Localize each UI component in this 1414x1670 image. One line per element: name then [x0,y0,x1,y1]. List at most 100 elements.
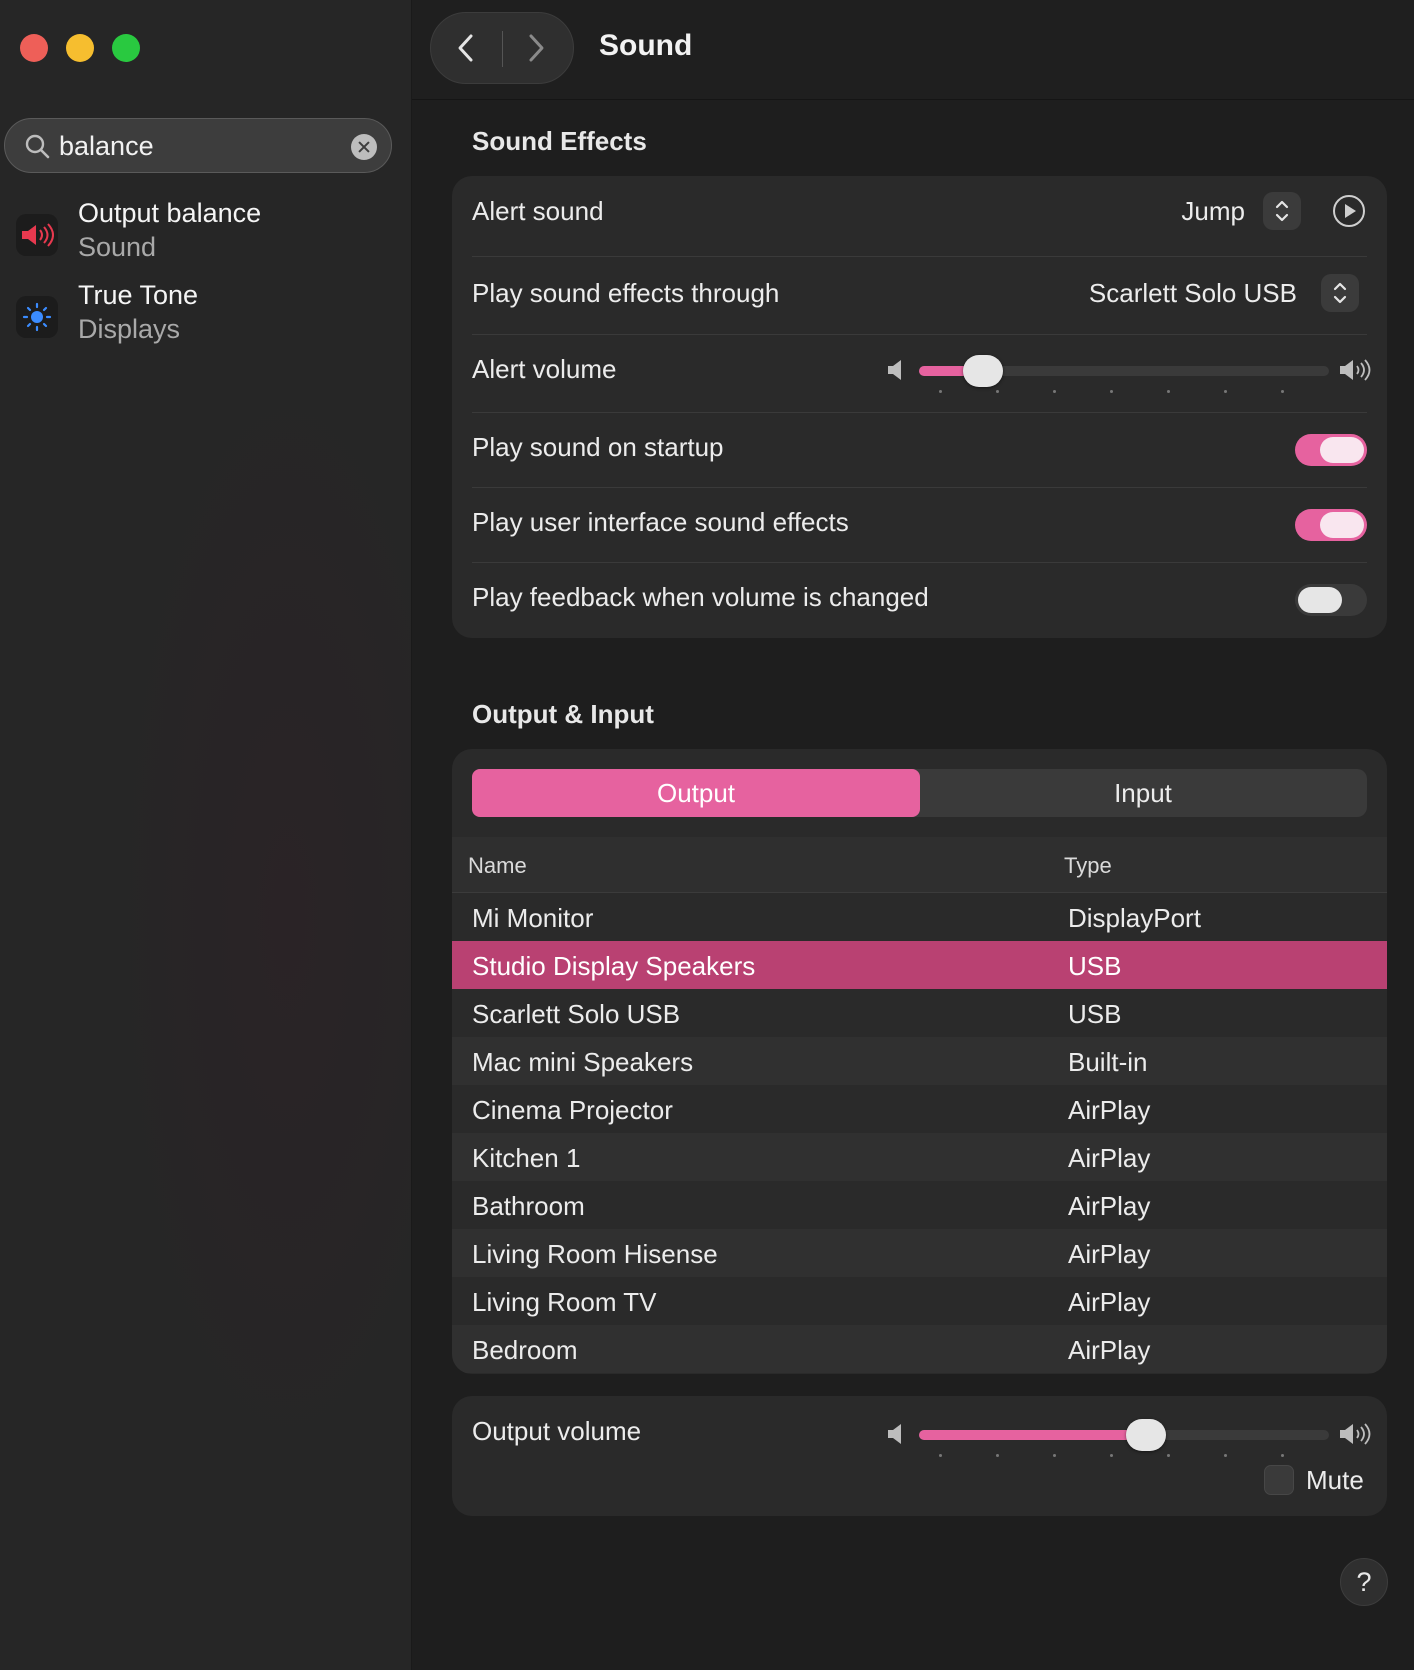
column-header-type[interactable]: Type [1064,853,1112,879]
play-through-row: Play sound effects through Scarlett Solo… [472,256,1367,334]
device-type: AirPlay [1068,1335,1151,1365]
play-through-popup-button[interactable] [1321,274,1359,312]
startup-sound-toggle[interactable] [1295,434,1367,466]
device-type: DisplayPort [1068,903,1201,933]
device-type: Built-in [1068,1047,1148,1077]
device-row[interactable]: Cinema Projector AirPlay [452,1085,1387,1133]
help-button[interactable]: ? [1340,1558,1388,1606]
chevron-up-down-icon [1333,282,1347,304]
device-row[interactable]: Living Room TV AirPlay [452,1277,1387,1325]
column-header-name[interactable]: Name [468,853,527,879]
alert-volume-row: Alert volume [472,334,1371,412]
device-row[interactable]: Mi Monitor DisplayPort [452,893,1387,941]
alert-volume-slider[interactable] [919,355,1329,393]
result-title: True Tone [78,280,199,310]
device-row[interactable]: Scarlett Solo USB USB [452,989,1387,1037]
mute-label[interactable]: Mute [1306,1465,1364,1496]
search-input[interactable] [59,128,339,164]
device-name: Kitchen 1 [472,1143,581,1173]
slider-tick [995,1454,999,1457]
result-title: Output balance [78,198,262,228]
tab-input[interactable]: Input [919,769,1367,817]
device-row[interactable]: Bedroom AirPlay [452,1325,1387,1373]
slider-tick [1166,390,1170,393]
output-volume-fill [919,1430,1147,1440]
search-icon [25,134,50,159]
device-name: Bathroom [472,1191,585,1221]
slider-tick [1223,390,1227,393]
search-result-output-balance[interactable]: Output balance Sound [16,198,396,272]
alert-sound-popup-button[interactable] [1263,192,1301,230]
device-type: USB [1068,999,1122,1029]
device-type: AirPlay [1068,1095,1151,1125]
play-through-label: Play sound effects through [472,278,780,308]
alert-sound-label: Alert sound [472,196,604,226]
device-type: AirPlay [1068,1287,1151,1317]
sidebar: Output balance Sound True Tone Displays [0,0,412,1670]
output-volume-slider[interactable] [919,1419,1329,1457]
clear-search-icon[interactable] [351,134,377,160]
alert-volume-knob[interactable] [963,355,1004,387]
brightness-icon [16,296,58,338]
ui-sounds-row: Play user interface sound effects [472,487,1367,562]
device-type: AirPlay [1068,1191,1151,1221]
volume-low-icon [888,360,901,380]
output-volume-knob[interactable] [1126,1419,1167,1451]
slider-tick [1166,1454,1170,1457]
device-name: Living Room Hisense [472,1239,718,1269]
startup-sound-label: Play sound on startup [472,432,724,462]
device-row[interactable]: Living Room Hisense AirPlay [452,1229,1387,1277]
output-input-card: Output Input Name Type Mi Monitor Displa… [452,749,1387,1374]
search-result-true-tone[interactable]: True Tone Displays [16,280,396,354]
mute-checkbox[interactable] [1264,1465,1294,1495]
device-row[interactable]: Bathroom AirPlay [452,1181,1387,1229]
output-volume-label: Output volume [472,1416,642,1446]
search-field[interactable] [4,118,392,173]
device-name: Studio Display Speakers [472,951,756,981]
device-type: AirPlay [1068,1143,1151,1173]
slider-tick [1109,1454,1113,1457]
volume-feedback-row: Play feedback when volume is changed [472,562,1367,638]
slider-tick [1052,390,1056,393]
minimize-window-button[interactable] [66,34,94,62]
slider-tick [1280,390,1284,393]
volume-feedback-label: Play feedback when volume is changed [472,582,929,612]
volume-low-icon [888,1424,901,1444]
device-name: Cinema Projector [472,1095,673,1125]
device-row-selected[interactable]: Studio Display Speakers USB [452,941,1387,989]
device-type: AirPlay [1068,1239,1151,1269]
section-heading-output-input: Output & Input [472,699,654,729]
chevron-up-down-icon [1275,200,1289,222]
alert-sound-row: Alert sound Jump [472,176,1367,256]
slider-tick [939,390,942,393]
slider-tick [1223,1454,1227,1457]
back-button[interactable] [431,13,501,83]
main-pane: Sound Sound Effects Alert sound Jump Pla… [412,0,1414,1670]
volume-feedback-toggle[interactable] [1295,584,1367,616]
device-table-header: Name Type [452,837,1387,893]
tab-output[interactable]: Output [472,769,920,817]
chevron-right-icon [529,34,544,62]
section-heading-sound-effects: Sound Effects [472,126,647,156]
startup-sound-row: Play sound on startup [472,412,1367,487]
slider-tick [995,390,999,393]
ui-sounds-label: Play user interface sound effects [472,507,849,537]
page-title: Sound [599,29,693,62]
play-icon[interactable] [1332,194,1366,228]
volume-high-icon [1340,1423,1371,1445]
device-name: Scarlett Solo USB [472,999,681,1029]
device-type: USB [1068,951,1122,981]
forward-button[interactable] [501,13,571,83]
device-name: Bedroom [472,1335,578,1365]
output-volume-card: Output volume Mute [452,1396,1387,1516]
slider-tick [1052,1454,1056,1457]
zoom-window-button[interactable] [112,34,140,62]
volume-high-icon [1340,359,1371,381]
alert-sound-value[interactable]: Jump [1181,196,1245,227]
close-window-button[interactable] [20,34,48,62]
play-through-value[interactable]: Scarlett Solo USB [1089,278,1297,309]
device-row[interactable]: Mac mini Speakers Built-in [452,1037,1387,1085]
ui-sounds-toggle[interactable] [1295,509,1367,541]
device-row[interactable]: Kitchen 1 AirPlay [452,1133,1387,1181]
chevron-left-icon [458,34,473,62]
